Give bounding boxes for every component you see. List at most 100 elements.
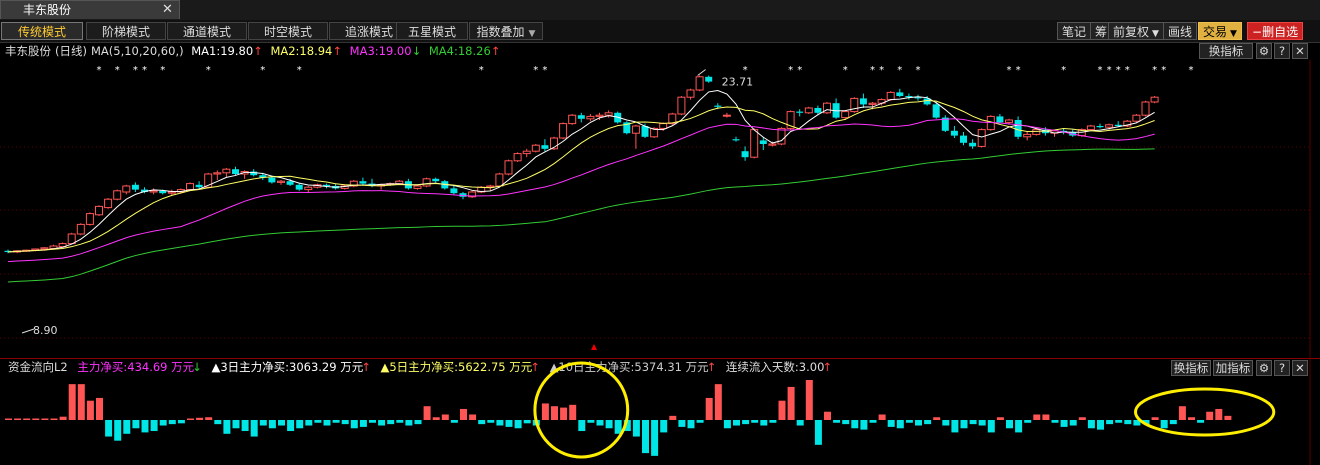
flow-bar (250, 420, 258, 437)
candle-body (631, 125, 640, 134)
candle-body (741, 151, 749, 158)
flow-bar (760, 420, 768, 426)
high-label: 23.71 (722, 75, 754, 88)
candle-body (432, 178, 440, 182)
candle-body (841, 111, 850, 119)
flow-bar (860, 420, 868, 430)
flow-bar (1215, 408, 1223, 420)
flow-bar (287, 420, 295, 432)
flow-bar (632, 420, 640, 437)
flow-bar (5, 418, 12, 420)
flow-bar (541, 403, 549, 420)
candle-body (413, 185, 422, 189)
candle-body (513, 153, 522, 162)
flow-bar (359, 420, 367, 427)
candle-body (104, 198, 113, 209)
flow-bar (1160, 420, 1168, 429)
flow-bar (1124, 420, 1132, 425)
star-marker: * (1061, 65, 1066, 76)
flow-bar (123, 420, 131, 434)
flow-bar (796, 420, 804, 426)
candle-body (559, 123, 568, 139)
candle-body (1141, 101, 1150, 116)
flow-bar (915, 420, 922, 426)
flow-bar (323, 420, 331, 426)
flow-bar (578, 420, 586, 432)
candle-body (577, 115, 585, 119)
flow-bar (1188, 417, 1195, 420)
star-marker: * (542, 65, 547, 76)
flow-bar (1115, 420, 1123, 423)
flow-bar (605, 420, 613, 429)
flow-bar (969, 420, 977, 425)
flow-bar (660, 420, 668, 433)
flow-bar (214, 420, 222, 425)
flow-bar (68, 384, 76, 420)
flow-bar (1006, 420, 1013, 429)
ma4-line (7, 148, 1155, 283)
candle-body (595, 114, 604, 117)
flow-bar (1078, 417, 1086, 420)
highlight-ellipse (1134, 387, 1276, 437)
price-chart[interactable]: * * * * * * * * * * * * * * * * * * * * * * * * * * * * *23.718.90 (0, 0, 1320, 465)
star-marker: * (1098, 65, 1103, 76)
star-marker: * (743, 65, 748, 76)
flow-bar (960, 420, 968, 429)
star-marker: * (533, 65, 538, 76)
flow-bar (241, 420, 249, 432)
flow-bar (687, 420, 695, 429)
flow-bar (669, 415, 677, 420)
candle-body (95, 205, 103, 216)
flow-bar (1206, 411, 1214, 420)
star-marker: * (1016, 65, 1021, 76)
candle-body (504, 160, 513, 175)
candle-body (450, 188, 458, 194)
flow-bar (296, 420, 304, 429)
candle-body (714, 105, 722, 107)
candle-body (960, 135, 967, 143)
flow-bar (942, 420, 950, 426)
flow-bar (742, 420, 750, 425)
flow-bar (314, 420, 322, 423)
candle-body (213, 172, 222, 175)
ma2-line (7, 100, 1155, 253)
candle-body (859, 98, 867, 105)
candle-body (186, 183, 194, 191)
flow-bar (405, 420, 413, 426)
flow-bar (23, 418, 31, 420)
flow-bar (414, 420, 422, 425)
flow-bar (223, 420, 231, 434)
flow-bar (487, 420, 495, 423)
flow-bar (341, 420, 349, 425)
flow-bar (933, 417, 941, 420)
flow-bar (86, 400, 94, 420)
star-marker: * (788, 65, 793, 76)
flow-bar (259, 420, 267, 426)
candle-body (950, 130, 958, 136)
flow-bar (824, 411, 831, 420)
flow-bar (59, 416, 67, 420)
flow-bar (896, 420, 904, 429)
flow-bar (187, 418, 194, 420)
star-marker: * (897, 65, 902, 76)
candle-body (222, 168, 231, 174)
candle-body (568, 114, 577, 125)
flow-bar (159, 420, 167, 426)
candle-body (76, 223, 85, 235)
flow-bar (778, 400, 786, 420)
candle-body (85, 213, 94, 225)
star-marker: * (206, 65, 211, 76)
flow-bar (268, 420, 276, 429)
candle-body (969, 142, 977, 147)
flow-bar (714, 384, 722, 420)
star-marker: * (97, 65, 102, 76)
candle-body (705, 76, 713, 82)
candle-body (796, 111, 804, 113)
flow-bar (705, 397, 713, 420)
star-marker: * (1007, 65, 1012, 76)
star-marker: * (115, 65, 120, 76)
flow-bar (924, 420, 932, 425)
flow-bar (378, 420, 386, 426)
candle-body (195, 184, 203, 188)
flow-bar (723, 420, 731, 429)
